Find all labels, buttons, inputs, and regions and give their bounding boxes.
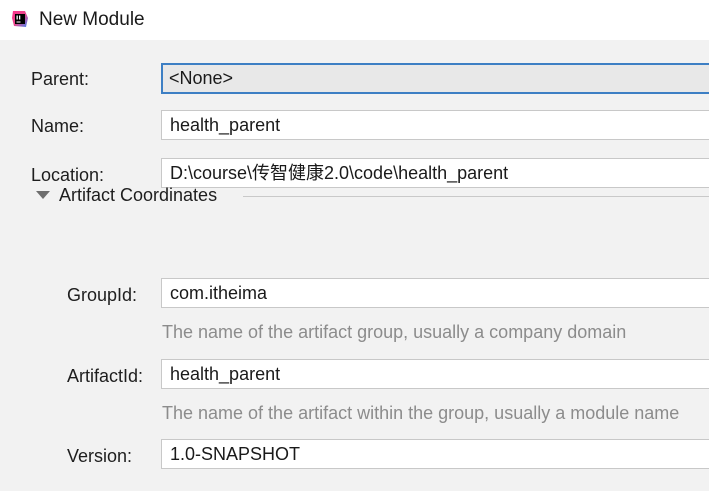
location-input[interactable]: D:\course\传智健康2.0\code\health_parent: [161, 158, 709, 188]
artifact-coordinates-label: Artifact Coordinates: [59, 185, 218, 205]
intellij-idea-icon: [12, 11, 28, 27]
triangle-down-icon: [36, 191, 50, 199]
window-title: New Module: [39, 9, 145, 30]
artifactid-hint: The name of the artifact within the grou…: [162, 403, 680, 423]
version-label: Version:: [67, 446, 133, 466]
title-bar: New Module: [0, 0, 709, 40]
groupid-hint: The name of the artifact group, usually …: [162, 322, 627, 342]
section-divider: [243, 196, 709, 197]
parent-label: Parent:: [31, 69, 90, 89]
name-label: Name:: [31, 116, 85, 136]
groupid-label: GroupId:: [67, 285, 138, 305]
name-input[interactable]: health_parent: [161, 110, 709, 140]
location-label: Location:: [31, 165, 105, 185]
groupid-input[interactable]: com.itheima: [161, 278, 709, 308]
artifactid-label: ArtifactId:: [67, 366, 144, 386]
parent-combobox[interactable]: <None>: [161, 63, 709, 94]
artifactid-input[interactable]: health_parent: [161, 359, 709, 389]
version-input[interactable]: 1.0-SNAPSHOT: [161, 439, 709, 469]
